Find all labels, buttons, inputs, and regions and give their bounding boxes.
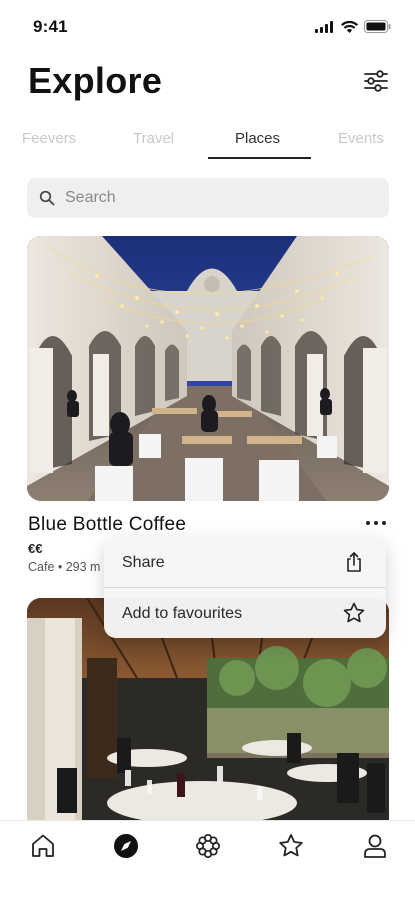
home-icon: [32, 834, 54, 857]
more-horizontal-icon: [366, 521, 386, 525]
grid-icon: [195, 833, 221, 859]
venue-photo[interactable]: [27, 236, 389, 501]
compass-icon: [114, 834, 138, 858]
more-options-button[interactable]: [364, 514, 388, 532]
star-icon: [279, 834, 303, 857]
add-to-favourites-menu-item[interactable]: Add to favourites: [104, 588, 386, 638]
tab-bar: Feevers Travel Places Events: [0, 126, 415, 160]
nav-profile[interactable]: [360, 831, 390, 861]
search-bar[interactable]: [27, 178, 389, 218]
venue-name[interactable]: Blue Bottle Coffee: [28, 514, 186, 536]
tab-places[interactable]: Places: [235, 130, 280, 147]
bottom-nav: [0, 820, 415, 900]
active-tab-indicator: [208, 157, 311, 159]
tab-feevers[interactable]: Feevers: [22, 130, 76, 147]
star-outline-icon: [343, 602, 365, 623]
nav-home[interactable]: [28, 831, 58, 861]
venue-meta: Cafe • 293 m: [28, 560, 101, 574]
share-menu-item[interactable]: Share: [104, 537, 386, 587]
nav-grid[interactable]: [193, 831, 223, 861]
venue-price: €€: [28, 541, 43, 556]
add-to-favourites-label: Add to favourites: [122, 605, 243, 622]
filter-button[interactable]: [363, 68, 389, 94]
page-title: Explore: [28, 60, 163, 101]
share-label: Share: [122, 554, 165, 571]
context-menu: Share Add to favourites: [104, 537, 386, 638]
wifi-icon: [341, 20, 358, 33]
nav-favourites[interactable]: [276, 831, 306, 861]
tab-events[interactable]: Events: [338, 130, 384, 147]
profile-icon: [364, 834, 386, 858]
tab-travel[interactable]: Travel: [133, 130, 174, 147]
nav-explore[interactable]: [111, 831, 141, 861]
search-icon: [39, 190, 55, 206]
status-icons: [315, 20, 391, 33]
status-bar: 9:41: [0, 0, 415, 52]
search-input[interactable]: [65, 189, 355, 207]
battery-icon: [364, 20, 391, 33]
signal-icon: [315, 20, 333, 33]
share-icon: [347, 552, 361, 572]
header: Explore: [0, 56, 415, 116]
sliders-icon: [364, 70, 388, 92]
status-time: 9:41: [33, 17, 68, 36]
